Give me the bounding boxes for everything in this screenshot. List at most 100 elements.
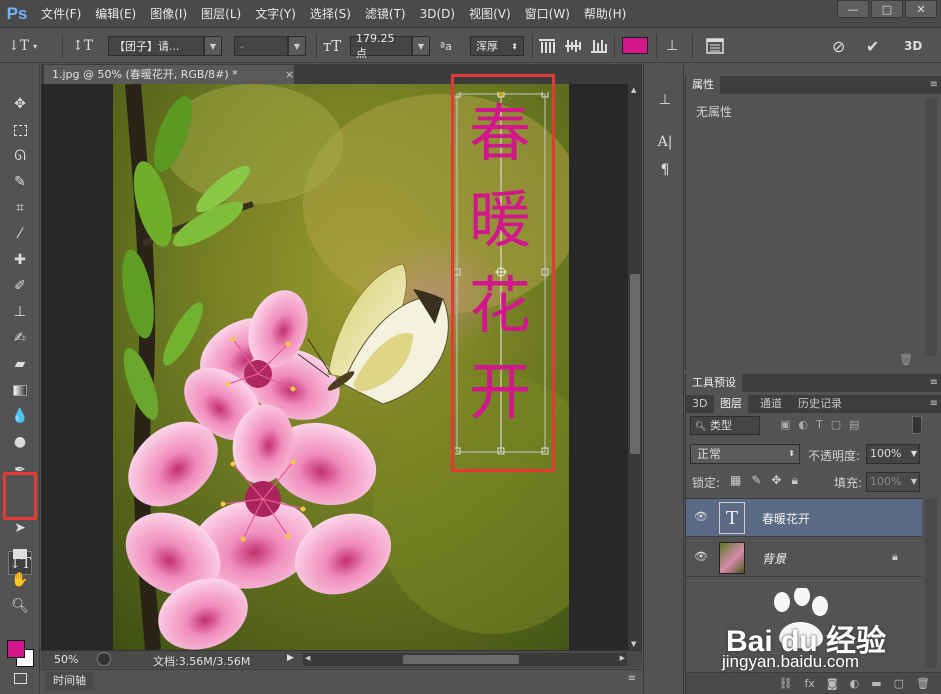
lasso-tool[interactable]: ᘏ	[8, 144, 32, 168]
layer-row-background[interactable]: 👁︎ 背景 🔒︎	[686, 539, 922, 577]
timeline-tab[interactable]: 时间轴	[45, 672, 94, 690]
new-layer-icon[interactable]: ▢	[894, 677, 904, 690]
tool-presets-tab[interactable]: 工具预设	[686, 374, 742, 392]
menu-select[interactable]: 选择(S)	[303, 0, 358, 28]
panel-menu-icon[interactable]: ≡	[930, 76, 938, 94]
quick-mask-button[interactable]	[8, 666, 32, 690]
healing-brush-tool[interactable]: ✚	[8, 248, 32, 272]
close-button[interactable]: ✕	[905, 0, 937, 18]
tab-history[interactable]: 历史记录	[792, 395, 848, 413]
tab-3d[interactable]: 3D	[686, 395, 713, 413]
move-tool[interactable]: ✥	[8, 92, 32, 116]
filter-toggle-icon[interactable]	[912, 416, 922, 434]
crop-tool[interactable]: ⌗	[8, 196, 32, 220]
opacity-input[interactable]: 100% ▼	[866, 444, 920, 464]
align-center-button[interactable]	[564, 35, 582, 57]
menu-layer[interactable]: 图层(L)	[194, 0, 248, 28]
blur-tool[interactable]: 💧	[8, 404, 32, 428]
dodge-tool[interactable]: ●	[8, 430, 32, 454]
create-3d-button[interactable]: 3D	[904, 35, 922, 57]
new-group-icon[interactable]: ▬	[871, 677, 881, 690]
align-top-button[interactable]	[538, 35, 556, 57]
maximize-button[interactable]: □	[871, 0, 903, 18]
link-layers-icon[interactable]: ⛓	[779, 677, 793, 690]
character-panel-dock-button[interactable]: A|	[652, 130, 678, 154]
tab-layers[interactable]: 图层	[714, 395, 748, 413]
horizontal-scroll-thumb[interactable]	[403, 655, 519, 664]
font-family-select[interactable]: 【团子】请... ▼	[108, 35, 222, 57]
menu-type[interactable]: 文字(Y)	[248, 0, 303, 28]
lock-position-icon[interactable]: ✥	[771, 473, 781, 488]
clone-stamp-tool[interactable]: ⊥	[8, 300, 32, 324]
tool-preset-picker[interactable]: ↓T ▾	[8, 35, 37, 57]
marquee-tool[interactable]	[8, 118, 32, 142]
lock-paint-icon[interactable]: ✎	[751, 473, 761, 488]
close-tab-icon[interactable]: ×	[285, 65, 294, 84]
add-mask-icon[interactable]: ◙	[827, 677, 838, 690]
gradient-tool[interactable]	[8, 378, 32, 402]
trash-icon[interactable]: 🗑︎	[916, 677, 930, 690]
foreground-color[interactable]	[7, 640, 25, 658]
scrollbar-thumb[interactable]	[630, 274, 640, 454]
panel-menu-icon[interactable]: ≡	[628, 673, 636, 684]
menu-help[interactable]: 帮助(H)	[577, 0, 633, 28]
type-filter-icon[interactable]: T	[816, 418, 823, 431]
character-panel-button[interactable]	[706, 35, 724, 57]
blend-mode-select[interactable]: 正常 ⬍	[690, 444, 800, 464]
font-size-select[interactable]: 179.25 点 ▼	[350, 32, 430, 60]
eye-icon[interactable]: 👁︎	[694, 550, 710, 566]
zoom-tool[interactable]: 🔍︎	[8, 594, 32, 618]
adjustment-filter-icon[interactable]: ◐	[798, 418, 808, 431]
menu-filter[interactable]: 滤镜(T)	[358, 0, 413, 28]
eraser-tool[interactable]: ▰	[8, 352, 32, 376]
lock-transparent-icon[interactable]: ▦	[730, 473, 741, 488]
pixel-filter-icon[interactable]: ▣	[780, 418, 790, 431]
trash-icon[interactable]: 🗑︎	[899, 353, 913, 366]
smart-object-filter-icon[interactable]: ▤	[849, 418, 859, 431]
quick-mask-icon	[13, 672, 27, 684]
warp-text-button[interactable]: ⊥	[666, 35, 678, 57]
toggle-orientation-button[interactable]: ↕T	[72, 35, 93, 57]
shape-tool[interactable]	[8, 542, 32, 566]
status-menu-arrow-icon[interactable]: ▶	[287, 653, 294, 663]
history-brush-tool[interactable]: ✍	[8, 326, 32, 350]
eyedropper-tool[interactable]: ⁄	[8, 222, 32, 246]
properties-scrollbar[interactable]	[925, 98, 937, 356]
tool-presets-dock-button[interactable]: ⊥	[652, 88, 678, 112]
fill-input[interactable]: 100% ▼	[866, 472, 920, 492]
layer-filter-select[interactable]: 🔍︎ 类型	[690, 416, 760, 435]
font-style-select[interactable]: - ▼	[234, 35, 306, 57]
menu-edit[interactable]: 编辑(E)	[88, 0, 143, 28]
fx-icon[interactable]: fx	[805, 677, 815, 690]
status-options-icon[interactable]	[97, 652, 111, 666]
menu-view[interactable]: 视图(V)	[462, 0, 518, 28]
paragraph-panel-dock-button[interactable]: ¶	[652, 158, 678, 182]
lock-all-icon[interactable]: 🔒︎	[791, 473, 797, 488]
menu-window[interactable]: 窗口(W)	[518, 0, 577, 28]
commit-button[interactable]: ✔	[866, 35, 879, 57]
panel-menu-icon[interactable]: ≡	[930, 395, 938, 413]
menu-image[interactable]: 图像(I)	[143, 0, 194, 28]
brush-tool[interactable]: ✐	[8, 274, 32, 298]
tab-channels[interactable]: 通道	[754, 395, 788, 413]
eye-icon[interactable]: 👁︎	[694, 510, 710, 526]
cancel-edit-button[interactable]: ⊘	[832, 35, 845, 57]
zoom-level[interactable]: 50%	[54, 653, 78, 666]
properties-tab[interactable]: 属性	[686, 76, 720, 94]
adjustment-layer-icon[interactable]: ◐	[850, 677, 860, 690]
document-tab[interactable]: 1.jpg @ 50% (春暖花开, RGB/8#) *	[44, 65, 294, 84]
text-color-swatch[interactable]	[622, 37, 648, 54]
minimize-button[interactable]: —	[837, 0, 869, 18]
vertical-scrollbar[interactable]: ▲ ▼	[628, 84, 642, 650]
panel-menu-icon[interactable]: ≡	[930, 374, 938, 392]
quick-select-tool[interactable]: ✎	[8, 170, 32, 194]
menu-file[interactable]: 文件(F)	[34, 0, 88, 28]
layer-row-text[interactable]: 👁︎ T 春暖花开	[686, 499, 922, 537]
menu-3d[interactable]: 3D(D)	[413, 0, 462, 28]
align-bottom-button[interactable]	[590, 35, 608, 57]
blend-mode-value: 正常	[697, 447, 722, 461]
shape-filter-icon[interactable]: ▢	[831, 418, 841, 431]
antialias-select[interactable]: 浑厚 ⬍	[470, 35, 524, 57]
horizontal-scrollbar[interactable]: ◀ ▶	[303, 653, 627, 666]
hand-tool[interactable]: ✋	[8, 568, 32, 592]
